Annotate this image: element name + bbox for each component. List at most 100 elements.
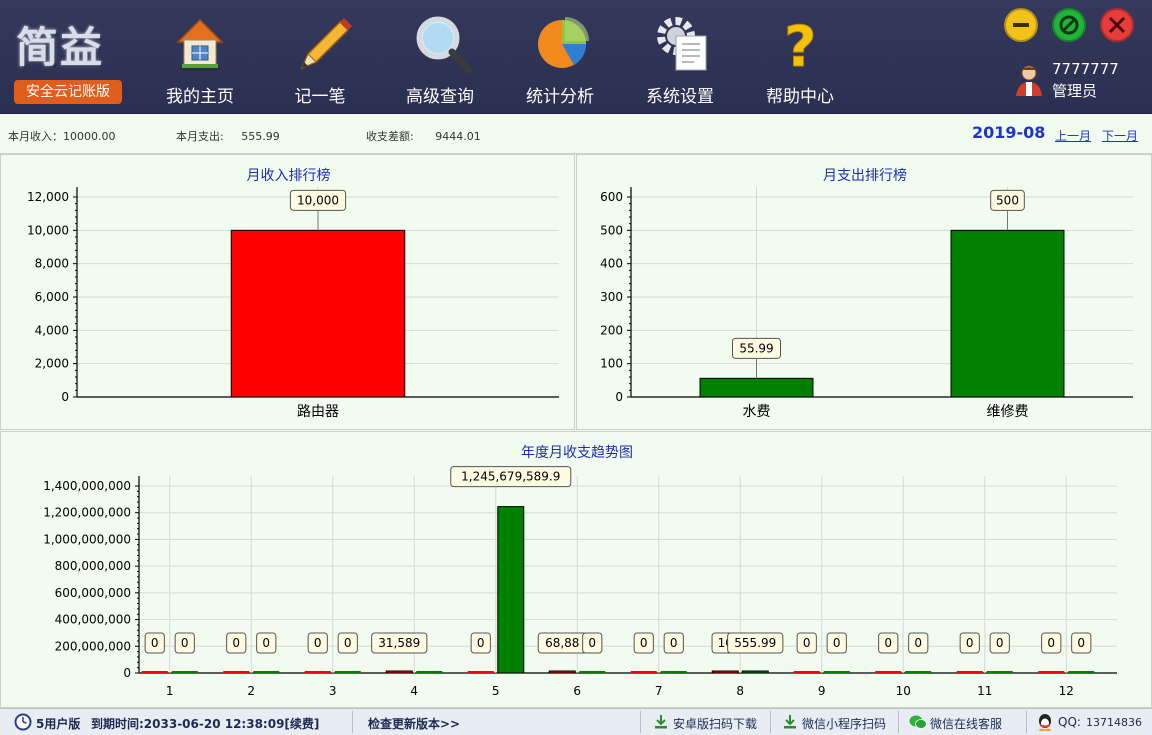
minimize-button[interactable]: [1004, 8, 1038, 42]
toolbar-label: 高级查询: [406, 87, 474, 107]
status-divider: [898, 711, 899, 733]
bar-value-label-text: 0: [884, 636, 892, 650]
y-tick-label: 0: [61, 390, 69, 404]
miniprogram-link[interactable]: 微信小程序扫码: [802, 715, 886, 732]
magnifier-icon: [416, 16, 472, 74]
x-tick-label: 6: [573, 684, 581, 698]
bar-value-label: 55.99: [732, 337, 781, 359]
gear-settings-icon: [657, 17, 707, 71]
bar-value-label: 10,000: [289, 189, 347, 211]
y-tick-label: 200: [600, 323, 623, 337]
current-period: 2019-08: [972, 123, 1046, 142]
bar: [1038, 671, 1065, 673]
x-tick-label: 路由器: [297, 404, 339, 420]
bar-value-label: 0: [633, 632, 654, 654]
user-avatar-icon: [1016, 65, 1042, 96]
maximize-icon: [1059, 15, 1079, 35]
income-summary: 本月收入：10000.00: [8, 128, 116, 144]
bar-value-label-text: 0: [232, 636, 240, 650]
y-tick-label: 800,000,000: [55, 559, 131, 573]
bar-value-label: 0: [226, 632, 247, 654]
status-bar: 5用户版 到期时间:2033-06-20 12:38:09[续费] 检查更新版本…: [0, 708, 1152, 735]
y-tick-label: 600,000,000: [55, 586, 131, 600]
bar-value-label: 0: [908, 632, 929, 654]
x-tick-label: 7: [655, 684, 663, 698]
bar-value-label-text: 0: [1077, 636, 1085, 650]
x-tick-label: 5: [492, 684, 500, 698]
bar-value-label: 0: [256, 632, 277, 654]
bar-value-label-text: 0: [966, 636, 974, 650]
bar-value-label-text: 0: [314, 636, 322, 650]
bar: [711, 670, 739, 674]
pie-chart-icon: [538, 17, 589, 68]
pencil-icon: [300, 18, 352, 70]
toolbar-label: 系统设置: [646, 87, 714, 107]
toolbar-stats-button[interactable]: 统计分析: [500, 0, 620, 114]
toolbar-home-button[interactable]: 我的主页: [140, 0, 260, 114]
income-ranking-panel: 月收入排行榜 0 2,000 4,000 6,000 8,000 10,000 12,000…: [0, 154, 575, 430]
edition-badge: 安全云记账版: [14, 80, 122, 104]
toolbar-label: 统计分析: [526, 87, 594, 107]
android-download-link[interactable]: 安卓版扫码下载: [673, 715, 757, 732]
toolbar-label: 我的主页: [166, 87, 234, 107]
expense-ranking-chart: 0 100 200 300 400 500 600 55.99 水费 500 维修费: [600, 187, 1133, 420]
diff-value: 9444.01: [435, 130, 481, 143]
expense-ranking-panel: 月支出排行榜 0 100 200 300 400 500 600 55.99 水费 500 维修费: [576, 154, 1152, 430]
expire-renew-link[interactable]: 到期时间:2033-06-20 12:38:09[续费]: [91, 715, 319, 732]
status-divider: [1026, 711, 1027, 733]
app-header: 简益 安全云记账版 我的主页 记一笔 高级查询 统计分析 系统设置 ? 帮助中心…: [0, 0, 1152, 114]
y-tick-label: 2,000: [35, 357, 69, 371]
bar-value-label: 31,589: [371, 632, 428, 654]
bar-value-label: 1,245,679,589.9: [450, 466, 572, 488]
bar: [905, 671, 932, 673]
income-value: 10000.00: [63, 130, 116, 143]
qq-label: QQ:: [1058, 715, 1081, 729]
bar: [171, 671, 198, 673]
bar: [385, 670, 413, 674]
expense-label: 本月支出:: [176, 130, 224, 143]
bar-value-label-text: 500: [996, 193, 1019, 207]
toolbar-settings-button[interactable]: 系统设置: [620, 0, 740, 114]
next-month-link[interactable]: 下一月: [1102, 127, 1138, 144]
toolbar-label: 帮助中心: [766, 87, 834, 107]
close-button[interactable]: [1100, 8, 1134, 42]
bar-value-label-text: 31,589: [378, 636, 420, 650]
maximize-button[interactable]: [1052, 8, 1086, 42]
income-label: 本月收入：: [8, 130, 63, 143]
x-tick-label: 9: [818, 684, 826, 698]
question-icon: ?: [784, 15, 817, 75]
x-tick-label: 3: [329, 684, 337, 698]
x-tick-label: 12: [1059, 684, 1074, 698]
bar-value-label-text: 555.99: [734, 636, 776, 650]
bar: [223, 671, 250, 673]
check-update-link[interactable]: 检查更新版本>>: [368, 715, 460, 732]
y-tick-label: 8,000: [35, 257, 69, 271]
toolbar-label: 记一笔: [294, 87, 346, 107]
logo-text: 简益: [16, 23, 105, 72]
prev-month-link[interactable]: 上一月: [1055, 127, 1091, 144]
bar-value-label-text: 1,245,679,589.9: [461, 470, 560, 484]
bar-value-label: 0: [470, 632, 491, 654]
annual-trend-chart: 0 200,000,000 400,000,000 600,000,000 800,00…: [43, 466, 1117, 698]
bar: [548, 670, 576, 674]
user-info[interactable]: 7777777 管理员: [1012, 60, 1142, 104]
y-tick-label: 6,000: [35, 290, 69, 304]
bar-value-label: 0: [959, 632, 980, 654]
x-tick-label: 4: [410, 684, 418, 698]
toolbar-help-button[interactable]: ? 帮助中心: [740, 0, 860, 114]
y-tick-label: 400,000,000: [55, 613, 131, 627]
y-tick-label: 400: [600, 257, 623, 271]
wechat-service-link[interactable]: 微信在线客服: [930, 715, 1002, 732]
y-tick-label: 500: [600, 223, 623, 237]
annual-trend-panel: 年度月收支趋势图 0 200,000,000 400,000,000 600,000,…: [0, 431, 1152, 708]
bar-value-label: 0: [989, 632, 1010, 654]
y-tick-label: 100: [600, 357, 623, 371]
window-controls: [1004, 8, 1144, 44]
bar: [467, 671, 494, 673]
bar: [741, 670, 769, 674]
y-tick-label: 12,000: [27, 190, 69, 204]
toolbar-record-button[interactable]: 记一笔: [260, 0, 380, 114]
toolbar-search-button[interactable]: 高级查询: [380, 0, 500, 114]
bar-value-label: 68,88: [537, 632, 587, 654]
bar: [1068, 671, 1095, 673]
